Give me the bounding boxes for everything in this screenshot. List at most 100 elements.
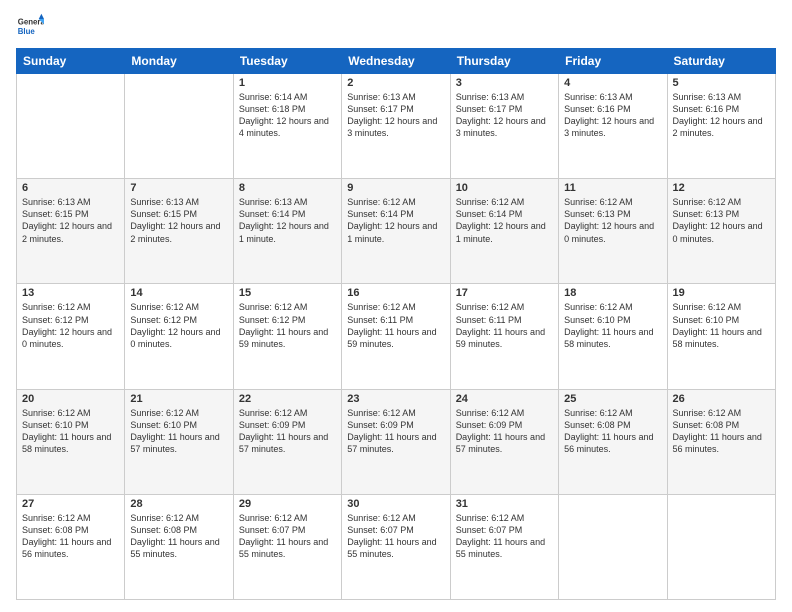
logo-icon: General Blue	[16, 12, 44, 40]
cell-content: Sunrise: 6:12 AM Sunset: 6:14 PM Dayligh…	[347, 196, 444, 245]
col-header-saturday: Saturday	[667, 49, 775, 74]
day-number: 21	[130, 393, 227, 405]
day-number: 19	[673, 287, 770, 299]
calendar-cell: 26 Sunrise: 6:12 AM Sunset: 6:08 PM Dayli…	[667, 389, 775, 494]
col-header-thursday: Thursday	[450, 49, 558, 74]
calendar-cell: 9 Sunrise: 6:12 AM Sunset: 6:14 PM Daylig…	[342, 179, 450, 284]
calendar-cell	[125, 74, 233, 179]
cell-content: Sunrise: 6:12 AM Sunset: 6:08 PM Dayligh…	[564, 407, 661, 456]
cell-content: Sunrise: 6:12 AM Sunset: 6:12 PM Dayligh…	[239, 301, 336, 350]
day-number: 15	[239, 287, 336, 299]
cell-content: Sunrise: 6:14 AM Sunset: 6:18 PM Dayligh…	[239, 91, 336, 140]
cell-content: Sunrise: 6:12 AM Sunset: 6:08 PM Dayligh…	[130, 512, 227, 561]
calendar-week-3: 20 Sunrise: 6:12 AM Sunset: 6:10 PM Dayli…	[17, 389, 776, 494]
cell-content: Sunrise: 6:12 AM Sunset: 6:10 PM Dayligh…	[673, 301, 770, 350]
calendar-week-1: 6 Sunrise: 6:13 AM Sunset: 6:15 PM Daylig…	[17, 179, 776, 284]
calendar-cell: 21 Sunrise: 6:12 AM Sunset: 6:10 PM Dayli…	[125, 389, 233, 494]
day-number: 26	[673, 393, 770, 405]
cell-content: Sunrise: 6:12 AM Sunset: 6:09 PM Dayligh…	[456, 407, 553, 456]
cell-content: Sunrise: 6:12 AM Sunset: 6:08 PM Dayligh…	[673, 407, 770, 456]
day-number: 17	[456, 287, 553, 299]
col-header-tuesday: Tuesday	[233, 49, 341, 74]
calendar-cell: 11 Sunrise: 6:12 AM Sunset: 6:13 PM Dayli…	[559, 179, 667, 284]
calendar-cell: 16Sunrise: 6:12 AM Sunset: 6:11 PM Dayli…	[342, 284, 450, 389]
svg-text:Blue: Blue	[18, 27, 36, 36]
day-number: 10	[456, 182, 553, 194]
day-number: 13	[22, 287, 119, 299]
day-number: 11	[564, 182, 661, 194]
day-number: 2	[347, 77, 444, 89]
day-number: 4	[564, 77, 661, 89]
day-number: 14	[130, 287, 227, 299]
cell-content: Sunrise: 6:12 AM Sunset: 6:13 PM Dayligh…	[673, 196, 770, 245]
calendar-cell: 27Sunrise: 6:12 AM Sunset: 6:08 PM Dayli…	[17, 494, 125, 599]
col-header-sunday: Sunday	[17, 49, 125, 74]
calendar-cell	[17, 74, 125, 179]
calendar-cell: 1 Sunrise: 6:14 AM Sunset: 6:18 PM Daylig…	[233, 74, 341, 179]
day-number: 3	[456, 77, 553, 89]
day-number: 5	[673, 77, 770, 89]
day-number: 25	[564, 393, 661, 405]
calendar-cell: 13 Sunrise: 6:12 AM Sunset: 6:12 PM Dayli…	[17, 284, 125, 389]
calendar-cell: 15 Sunrise: 6:12 AM Sunset: 6:12 PM Dayli…	[233, 284, 341, 389]
day-number: 6	[22, 182, 119, 194]
calendar-cell: 22Sunrise: 6:12 AM Sunset: 6:09 PM Dayli…	[233, 389, 341, 494]
day-number: 18	[564, 287, 661, 299]
cell-content: Sunrise: 6:12 AM Sunset: 6:12 PM Dayligh…	[22, 301, 119, 350]
calendar-cell: 6 Sunrise: 6:13 AM Sunset: 6:15 PM Daylig…	[17, 179, 125, 284]
day-number: 24	[456, 393, 553, 405]
cell-content: Sunrise: 6:12 AM Sunset: 6:10 PM Dayligh…	[22, 407, 119, 456]
calendar-cell: 19 Sunrise: 6:12 AM Sunset: 6:10 PM Dayli…	[667, 284, 775, 389]
col-header-wednesday: Wednesday	[342, 49, 450, 74]
cell-content: Sunrise: 6:13 AM Sunset: 6:17 PM Dayligh…	[456, 91, 553, 140]
cell-content: Sunrise: 6:13 AM Sunset: 6:15 PM Dayligh…	[130, 196, 227, 245]
cell-content: Sunrise: 6:12 AM Sunset: 6:09 PM Dayligh…	[239, 407, 336, 456]
col-header-monday: Monday	[125, 49, 233, 74]
calendar-cell: 5 Sunrise: 6:13 AM Sunset: 6:16 PM Daylig…	[667, 74, 775, 179]
page: General Blue SundayMondayTuesdayWednesda…	[0, 0, 792, 612]
calendar-cell: 12Sunrise: 6:12 AM Sunset: 6:13 PM Dayli…	[667, 179, 775, 284]
calendar-table: SundayMondayTuesdayWednesdayThursdayFrid…	[16, 48, 776, 600]
day-number: 9	[347, 182, 444, 194]
cell-content: Sunrise: 6:12 AM Sunset: 6:07 PM Dayligh…	[239, 512, 336, 561]
calendar-cell: 10Sunrise: 6:12 AM Sunset: 6:14 PM Dayli…	[450, 179, 558, 284]
calendar-cell: 7 Sunrise: 6:13 AM Sunset: 6:15 PM Daylig…	[125, 179, 233, 284]
cell-content: Sunrise: 6:12 AM Sunset: 6:12 PM Dayligh…	[130, 301, 227, 350]
day-number: 31	[456, 498, 553, 510]
calendar-cell: 14 Sunrise: 6:12 AM Sunset: 6:12 PM Dayli…	[125, 284, 233, 389]
calendar-cell: 24 Sunrise: 6:12 AM Sunset: 6:09 PM Dayli…	[450, 389, 558, 494]
calendar-cell: 8 Sunrise: 6:13 AM Sunset: 6:14 PM Daylig…	[233, 179, 341, 284]
day-number: 7	[130, 182, 227, 194]
header: General Blue	[16, 12, 776, 40]
calendar-cell: 18 Sunrise: 6:12 AM Sunset: 6:10 PM Dayli…	[559, 284, 667, 389]
day-number: 20	[22, 393, 119, 405]
calendar-week-0: 1 Sunrise: 6:14 AM Sunset: 6:18 PM Daylig…	[17, 74, 776, 179]
day-number: 1	[239, 77, 336, 89]
calendar-cell	[559, 494, 667, 599]
calendar-cell: 29 Sunrise: 6:12 AM Sunset: 6:07 PM Dayli…	[233, 494, 341, 599]
day-number: 16	[347, 287, 444, 299]
calendar-cell: 4Sunrise: 6:13 AM Sunset: 6:16 PM Daylig…	[559, 74, 667, 179]
cell-content: Sunrise: 6:13 AM Sunset: 6:15 PM Dayligh…	[22, 196, 119, 245]
calendar-week-4: 27Sunrise: 6:12 AM Sunset: 6:08 PM Dayli…	[17, 494, 776, 599]
cell-content: Sunrise: 6:12 AM Sunset: 6:13 PM Dayligh…	[564, 196, 661, 245]
cell-content: Sunrise: 6:12 AM Sunset: 6:10 PM Dayligh…	[130, 407, 227, 456]
day-number: 8	[239, 182, 336, 194]
calendar-week-2: 13 Sunrise: 6:12 AM Sunset: 6:12 PM Dayli…	[17, 284, 776, 389]
cell-content: Sunrise: 6:12 AM Sunset: 6:07 PM Dayligh…	[456, 512, 553, 561]
calendar-cell: 2 Sunrise: 6:13 AM Sunset: 6:17 PM Daylig…	[342, 74, 450, 179]
calendar-cell: 20 Sunrise: 6:12 AM Sunset: 6:10 PM Dayli…	[17, 389, 125, 494]
calendar-cell: 17Sunrise: 6:12 AM Sunset: 6:11 PM Dayli…	[450, 284, 558, 389]
cell-content: Sunrise: 6:13 AM Sunset: 6:16 PM Dayligh…	[673, 91, 770, 140]
day-number: 29	[239, 498, 336, 510]
cell-content: Sunrise: 6:12 AM Sunset: 6:09 PM Dayligh…	[347, 407, 444, 456]
cell-content: Sunrise: 6:13 AM Sunset: 6:17 PM Dayligh…	[347, 91, 444, 140]
cell-content: Sunrise: 6:12 AM Sunset: 6:07 PM Dayligh…	[347, 512, 444, 561]
day-number: 28	[130, 498, 227, 510]
calendar-header-row: SundayMondayTuesdayWednesdayThursdayFrid…	[17, 49, 776, 74]
calendar-cell: 23Sunrise: 6:12 AM Sunset: 6:09 PM Dayli…	[342, 389, 450, 494]
cell-content: Sunrise: 6:12 AM Sunset: 6:10 PM Dayligh…	[564, 301, 661, 350]
cell-content: Sunrise: 6:13 AM Sunset: 6:14 PM Dayligh…	[239, 196, 336, 245]
calendar-cell: 25 Sunrise: 6:12 AM Sunset: 6:08 PM Dayli…	[559, 389, 667, 494]
calendar-cell: 3 Sunrise: 6:13 AM Sunset: 6:17 PM Daylig…	[450, 74, 558, 179]
